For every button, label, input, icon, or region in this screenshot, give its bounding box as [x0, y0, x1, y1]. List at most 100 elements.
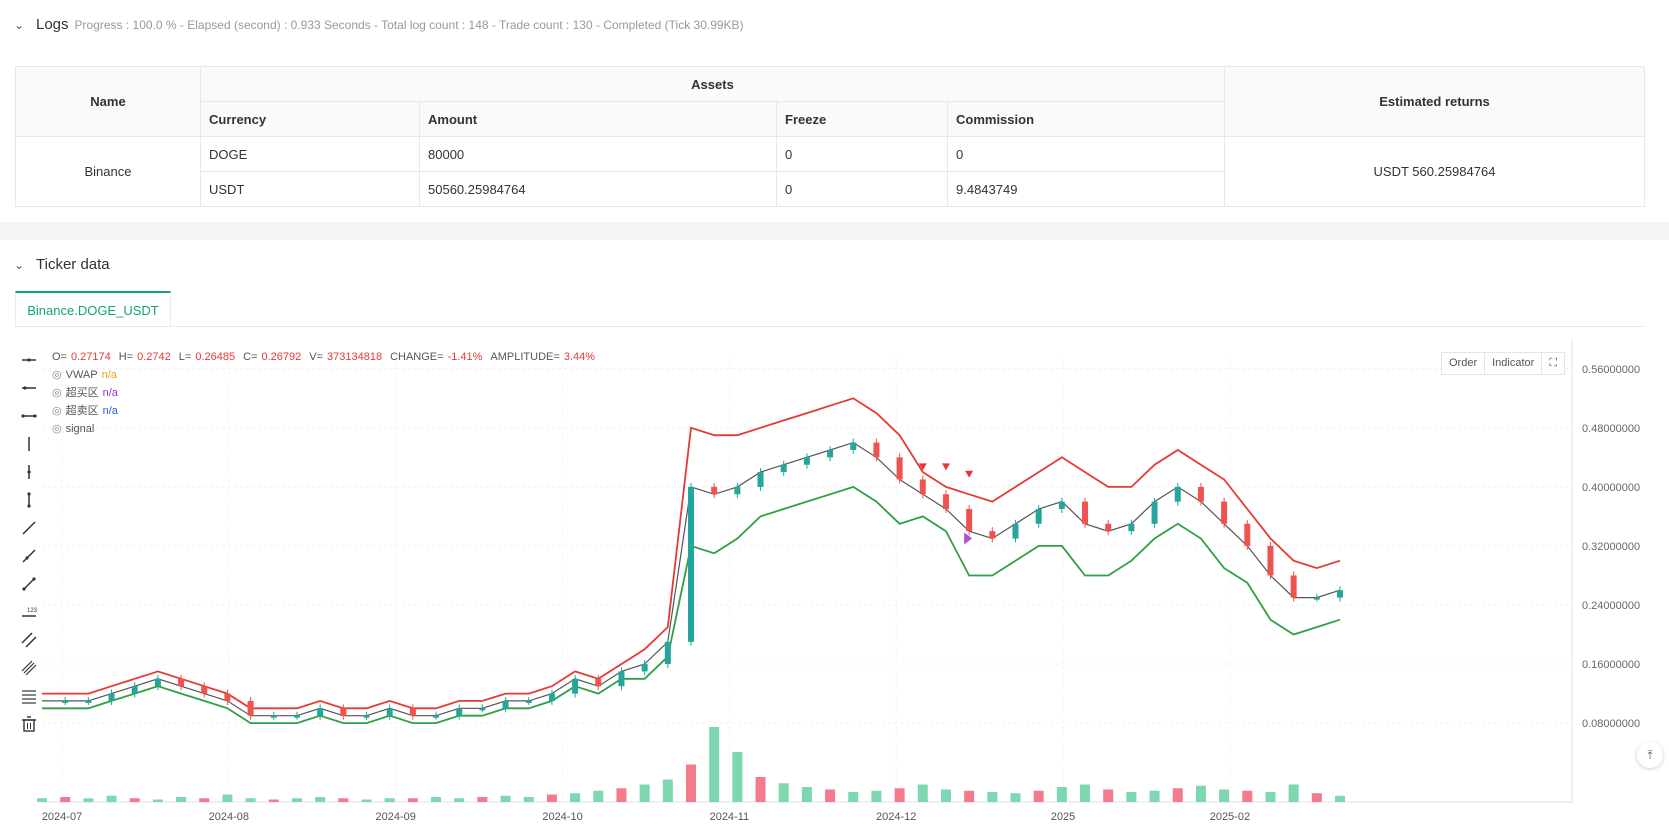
ohlc-value: -1.41%	[447, 351, 483, 363]
ohlc-label: O=	[52, 351, 67, 363]
candle	[502, 700, 509, 709]
volume-bar	[1172, 788, 1183, 802]
chevron-down-icon[interactable]: ⌄	[14, 258, 28, 272]
candle	[1221, 501, 1228, 524]
x-tick-label: 2025	[1051, 811, 1075, 823]
fullscreen-icon[interactable]: ⛶	[1542, 353, 1564, 374]
ohlc-label: V=	[309, 351, 323, 363]
commission-cell: 9.4843749	[947, 171, 1225, 207]
candle	[966, 509, 973, 532]
scroll-to-top-icon[interactable]: ⤒	[1637, 742, 1663, 768]
eye-icon[interactable]: ◎	[52, 402, 62, 420]
candle	[270, 715, 277, 718]
volume-bar	[871, 790, 882, 802]
volume-bar	[176, 797, 187, 802]
logs-title: Logs	[36, 16, 69, 33]
commission-cell: 0	[947, 136, 1225, 172]
volume-bar	[732, 752, 743, 802]
ohlc-label: CHANGE=	[390, 351, 444, 363]
volume-bar	[268, 799, 279, 802]
ohlc-label: AMPLITUDE=	[490, 351, 560, 363]
indicator-row[interactable]: ◎ 超买区 n/a	[52, 384, 599, 402]
candle	[1012, 523, 1019, 539]
volume-bar	[245, 798, 256, 802]
series-lines	[42, 397, 1343, 725]
candle	[1337, 590, 1343, 598]
volume-bar	[1311, 793, 1322, 802]
candle	[479, 708, 486, 711]
eye-icon[interactable]: ◎	[52, 366, 62, 384]
candle	[1082, 501, 1089, 524]
candle	[664, 641, 671, 665]
y-tick-label: 0.48000000	[1582, 423, 1640, 435]
candle	[317, 708, 324, 716]
volume-bar	[1219, 789, 1230, 802]
order-button[interactable]: Order	[1442, 353, 1486, 374]
candle	[1128, 523, 1135, 532]
volume-bar	[477, 797, 488, 802]
volume-bar	[37, 798, 47, 802]
eye-icon[interactable]: ◎	[52, 384, 62, 402]
indicator-button[interactable]: Indicator	[1485, 353, 1543, 374]
volume-bar	[1033, 790, 1044, 802]
ohlc-value: 373134818	[327, 351, 383, 363]
candle	[1313, 597, 1320, 600]
candle	[131, 686, 138, 694]
candle	[641, 664, 648, 672]
indicator-row[interactable]: ◎ VWAP n/a	[52, 366, 599, 384]
ohlc-value: 0.26485	[195, 351, 236, 363]
candle	[409, 708, 416, 716]
take-profit-icon	[964, 532, 973, 545]
assets-header: Assets	[200, 66, 1225, 102]
volume-bar	[593, 790, 604, 802]
candle	[1244, 523, 1251, 546]
volume-bar	[129, 798, 140, 802]
indicator-row[interactable]: ◎ 超卖区 n/a	[52, 402, 599, 420]
candle	[595, 678, 602, 687]
name-header: Name	[15, 66, 201, 137]
chart-button-group: Order Indicator ⛶	[1441, 352, 1566, 375]
volume-bar	[778, 783, 789, 802]
volume-bar	[1288, 784, 1299, 802]
candle	[525, 700, 532, 703]
x-axis: 2024-07 2024-08 2024-09 2024-10 2024-11 2024-…	[42, 811, 1250, 823]
volume-bar	[83, 798, 94, 802]
candle	[224, 693, 231, 701]
candle	[363, 715, 370, 718]
volume-bar	[291, 798, 302, 802]
volume-bar	[60, 797, 71, 802]
volume-bar	[686, 764, 696, 802]
volume-bar	[755, 777, 766, 802]
volume-bar	[709, 727, 720, 802]
x-tick-label: 2024-12	[876, 811, 916, 823]
logs-meta: Progress : 100.0 % - Elapsed (second) : …	[74, 17, 744, 32]
chart-legend: O= 0.27174 H= 0.2742 L= 0.26485 C= 0.26792 V= 373…	[52, 348, 599, 438]
volume-bar	[222, 794, 233, 802]
logs-header[interactable]: ⌄ Logs Progress : 100.0 % - Elapsed (sec…	[14, 16, 744, 33]
amount-cell: 80000	[419, 136, 777, 172]
ohlc-label: L=	[178, 351, 192, 363]
volume-bars	[37, 727, 1345, 802]
x-tick-label: 2024-07	[42, 811, 82, 823]
ticker-header[interactable]: ⌄ Ticker data	[14, 256, 110, 273]
candle	[1290, 575, 1297, 598]
candle	[572, 678, 579, 694]
indicator-name: VWAP	[65, 369, 98, 381]
eye-icon[interactable]: ◎	[52, 420, 62, 438]
estimated-returns-cell: USDT 560.25984764	[1224, 136, 1645, 207]
tab-doge-usdt[interactable]: Binance.DOGE_USDT	[15, 291, 171, 327]
indicator-row[interactable]: ◎ signal	[52, 420, 599, 438]
candle	[154, 678, 161, 687]
x-tick-label: 2024-10	[542, 811, 582, 823]
freeze-cell: 0	[776, 136, 948, 172]
x-tick-label: 2024-09	[375, 811, 415, 823]
col-amount: Amount	[419, 101, 777, 137]
volume-bar	[315, 797, 326, 802]
candle	[62, 700, 69, 703]
exchange-cell: Binance	[15, 136, 201, 207]
candle	[850, 442, 857, 450]
candle	[780, 464, 787, 473]
candle	[247, 700, 254, 716]
chevron-down-icon[interactable]: ⌄	[14, 18, 28, 32]
indicator-name: 超卖区	[65, 405, 99, 417]
